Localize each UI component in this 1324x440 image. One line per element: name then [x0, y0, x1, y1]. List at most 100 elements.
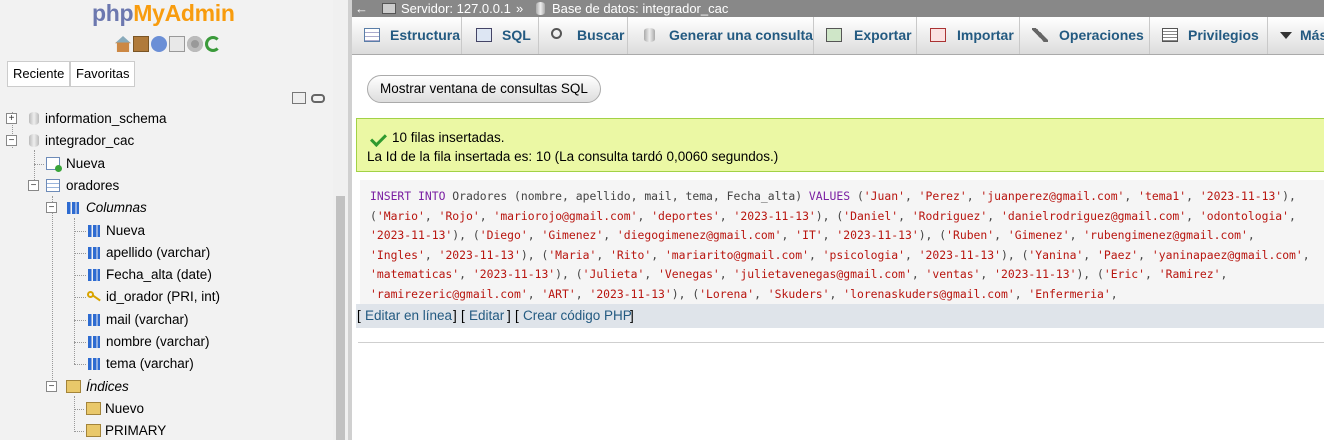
- breadcrumb-database[interactable]: Base de datos: integrador_cac: [552, 0, 728, 17]
- sql-string-value: '2023-11-13': [438, 247, 521, 262]
- tree-column[interactable]: apellido (varchar): [0, 242, 333, 264]
- tab-recent[interactable]: Reciente: [7, 61, 71, 87]
- back-arrow-icon[interactable]: ←: [355, 0, 368, 17]
- collapse-icon[interactable]: −: [28, 180, 39, 191]
- tree-label[interactable]: Nueva: [66, 153, 105, 175]
- tree-label[interactable]: Nuevo: [105, 398, 144, 420]
- show-sql-window-button[interactable]: Mostrar ventana de consultas SQL: [367, 75, 601, 103]
- collapse-icon[interactable]: −: [46, 202, 57, 213]
- tab-sql[interactable]: SQL: [462, 17, 539, 54]
- sql-table-columns: Oradores (nombre, apellido, mail, tema, …: [445, 189, 809, 203]
- sql-keyword: INTO: [418, 189, 446, 203]
- tab-export[interactable]: Exportar: [814, 17, 917, 54]
- tab-import[interactable]: Importar: [917, 17, 1020, 54]
- export-icon: [826, 28, 842, 42]
- logo-php-text: php: [92, 0, 134, 26]
- tree-new-table[interactable]: Nueva: [0, 153, 333, 175]
- bracket: [: [357, 308, 361, 323]
- sql-string-value: 'Enfermeria': [1028, 286, 1111, 301]
- privileges-icon: [1162, 28, 1178, 42]
- expand-icon[interactable]: +: [6, 113, 17, 124]
- sql-string-value: 'Paez': [1097, 247, 1139, 262]
- tree-table-oradores[interactable]: − oradores: [0, 175, 333, 197]
- collapse-all-icon[interactable]: [292, 92, 306, 104]
- collapse-icon[interactable]: −: [6, 135, 17, 146]
- tree-label[interactable]: tema (varchar): [106, 353, 194, 375]
- tree-label[interactable]: id_orador (PRI, int): [106, 286, 220, 308]
- tree-db-integrador-cac[interactable]: − integrador_cac: [0, 130, 333, 152]
- sql-string-value: '2023-11-13': [370, 228, 453, 243]
- indexes-icon: [66, 380, 81, 393]
- tree-label[interactable]: PRIMARY: [105, 420, 166, 440]
- tab-search[interactable]: Buscar: [539, 17, 628, 54]
- tree-column[interactable]: tema (varchar): [0, 353, 333, 375]
- tab-favorites[interactable]: Favoritas: [70, 61, 136, 87]
- tree-label[interactable]: integrador_cac: [45, 130, 134, 152]
- tree-column[interactable]: mail (varchar): [0, 309, 333, 331]
- sql-string-value: 'Rito': [610, 247, 652, 262]
- sql-string-value: 'Juan': [863, 189, 905, 203]
- tab-query[interactable]: Generar una consulta: [628, 17, 814, 54]
- table-icon: [46, 179, 60, 192]
- reload-icon[interactable]: [205, 36, 221, 52]
- tree-index[interactable]: PRIMARY: [0, 420, 333, 440]
- query-icon: [644, 28, 655, 42]
- tree-label[interactable]: Nueva: [106, 220, 145, 242]
- tree-column[interactable]: nombre (varchar): [0, 331, 333, 353]
- tab-structure[interactable]: Estructura: [352, 17, 462, 54]
- sql-query-text: INSERT INTO Oradores (nombre, apellido, …: [370, 187, 1320, 304]
- sql-string-value: 'Venegas': [658, 267, 720, 282]
- tree-column[interactable]: id_orador (PRI, int): [0, 286, 333, 308]
- resize-handle[interactable]: [348, 0, 352, 440]
- sql-string-value: 'yaninapaez@gmail.com': [1151, 247, 1303, 262]
- tab-label: SQL: [502, 27, 531, 43]
- settings-icon[interactable]: [187, 36, 203, 52]
- sql-string-value: 'danielrodriguez@gmail.com': [1000, 208, 1187, 223]
- sql-string-value: 'ventas': [925, 267, 981, 282]
- index-icon: [86, 424, 101, 437]
- tree-new-column[interactable]: Nueva: [0, 220, 333, 242]
- bracket: [: [461, 308, 465, 323]
- nav-scrollbar-thumb[interactable]: [336, 196, 345, 440]
- sql-string-value: 'ramirezeric@gmail.com': [370, 286, 528, 301]
- home-icon[interactable]: [115, 36, 131, 52]
- sql-string-value: '2023-11-13': [994, 267, 1077, 282]
- edit-link[interactable]: Editar: [469, 304, 504, 328]
- tree-label[interactable]: nombre (varchar): [106, 331, 210, 353]
- tab-more[interactable]: Más: [1268, 17, 1324, 54]
- exit-icon[interactable]: [133, 36, 149, 52]
- breadcrumb: ← Servidor: 127.0.0.1 » Base de datos: i…: [352, 0, 1324, 17]
- breadcrumb-server[interactable]: Servidor: 127.0.0.1: [401, 0, 511, 17]
- docs-icon[interactable]: [169, 36, 185, 52]
- tree-label[interactable]: Columnas: [86, 197, 147, 219]
- collapse-icon[interactable]: −: [46, 381, 57, 392]
- tree-label[interactable]: Fecha_alta (date): [106, 264, 212, 286]
- navigation-panel: phpMyAdmin Reciente Favoritas + informat…: [0, 0, 348, 440]
- tab-privileges[interactable]: Privilegios: [1150, 17, 1268, 54]
- link-with-main-icon[interactable]: [311, 94, 325, 103]
- tab-operations[interactable]: Operaciones: [1020, 17, 1150, 54]
- sql-string-value: 'juanperez@gmail.com': [980, 189, 1125, 203]
- tree-indexes-group[interactable]: − Índices: [0, 376, 333, 398]
- bracket: ]: [630, 308, 634, 323]
- tree-label[interactable]: Índices: [86, 376, 129, 398]
- tree-columns-group[interactable]: − Columnas: [0, 197, 333, 219]
- sql-string-value: 'lorenaskuders@gmail.com': [843, 286, 1015, 301]
- sql-string-value: 'ART': [541, 286, 576, 301]
- tree-label[interactable]: apellido (varchar): [106, 242, 210, 264]
- phpmyadmin-logo[interactable]: phpMyAdmin: [92, 0, 235, 26]
- tree-new-index[interactable]: Nuevo: [0, 398, 333, 420]
- column-icon: [88, 336, 100, 348]
- tree-label[interactable]: information_schema: [45, 108, 167, 130]
- edit-inline-link[interactable]: Editar en línea: [365, 304, 452, 328]
- tree-label[interactable]: oradores: [66, 175, 119, 197]
- sql-string-value: 'Rojo': [438, 208, 480, 223]
- create-php-code-link[interactable]: Crear código PHP: [523, 304, 632, 328]
- sql-string-value: 'odontologia': [1199, 208, 1290, 223]
- sql-string-value: 'Mario': [376, 208, 425, 223]
- tree-label[interactable]: mail (varchar): [106, 309, 189, 331]
- sql-string-value: 'rubengimenez@gmail.com': [1083, 228, 1248, 243]
- tree-column[interactable]: Fecha_alta (date): [0, 264, 333, 286]
- tree-db-information-schema[interactable]: + information_schema: [0, 108, 333, 130]
- help-icon[interactable]: [151, 36, 167, 52]
